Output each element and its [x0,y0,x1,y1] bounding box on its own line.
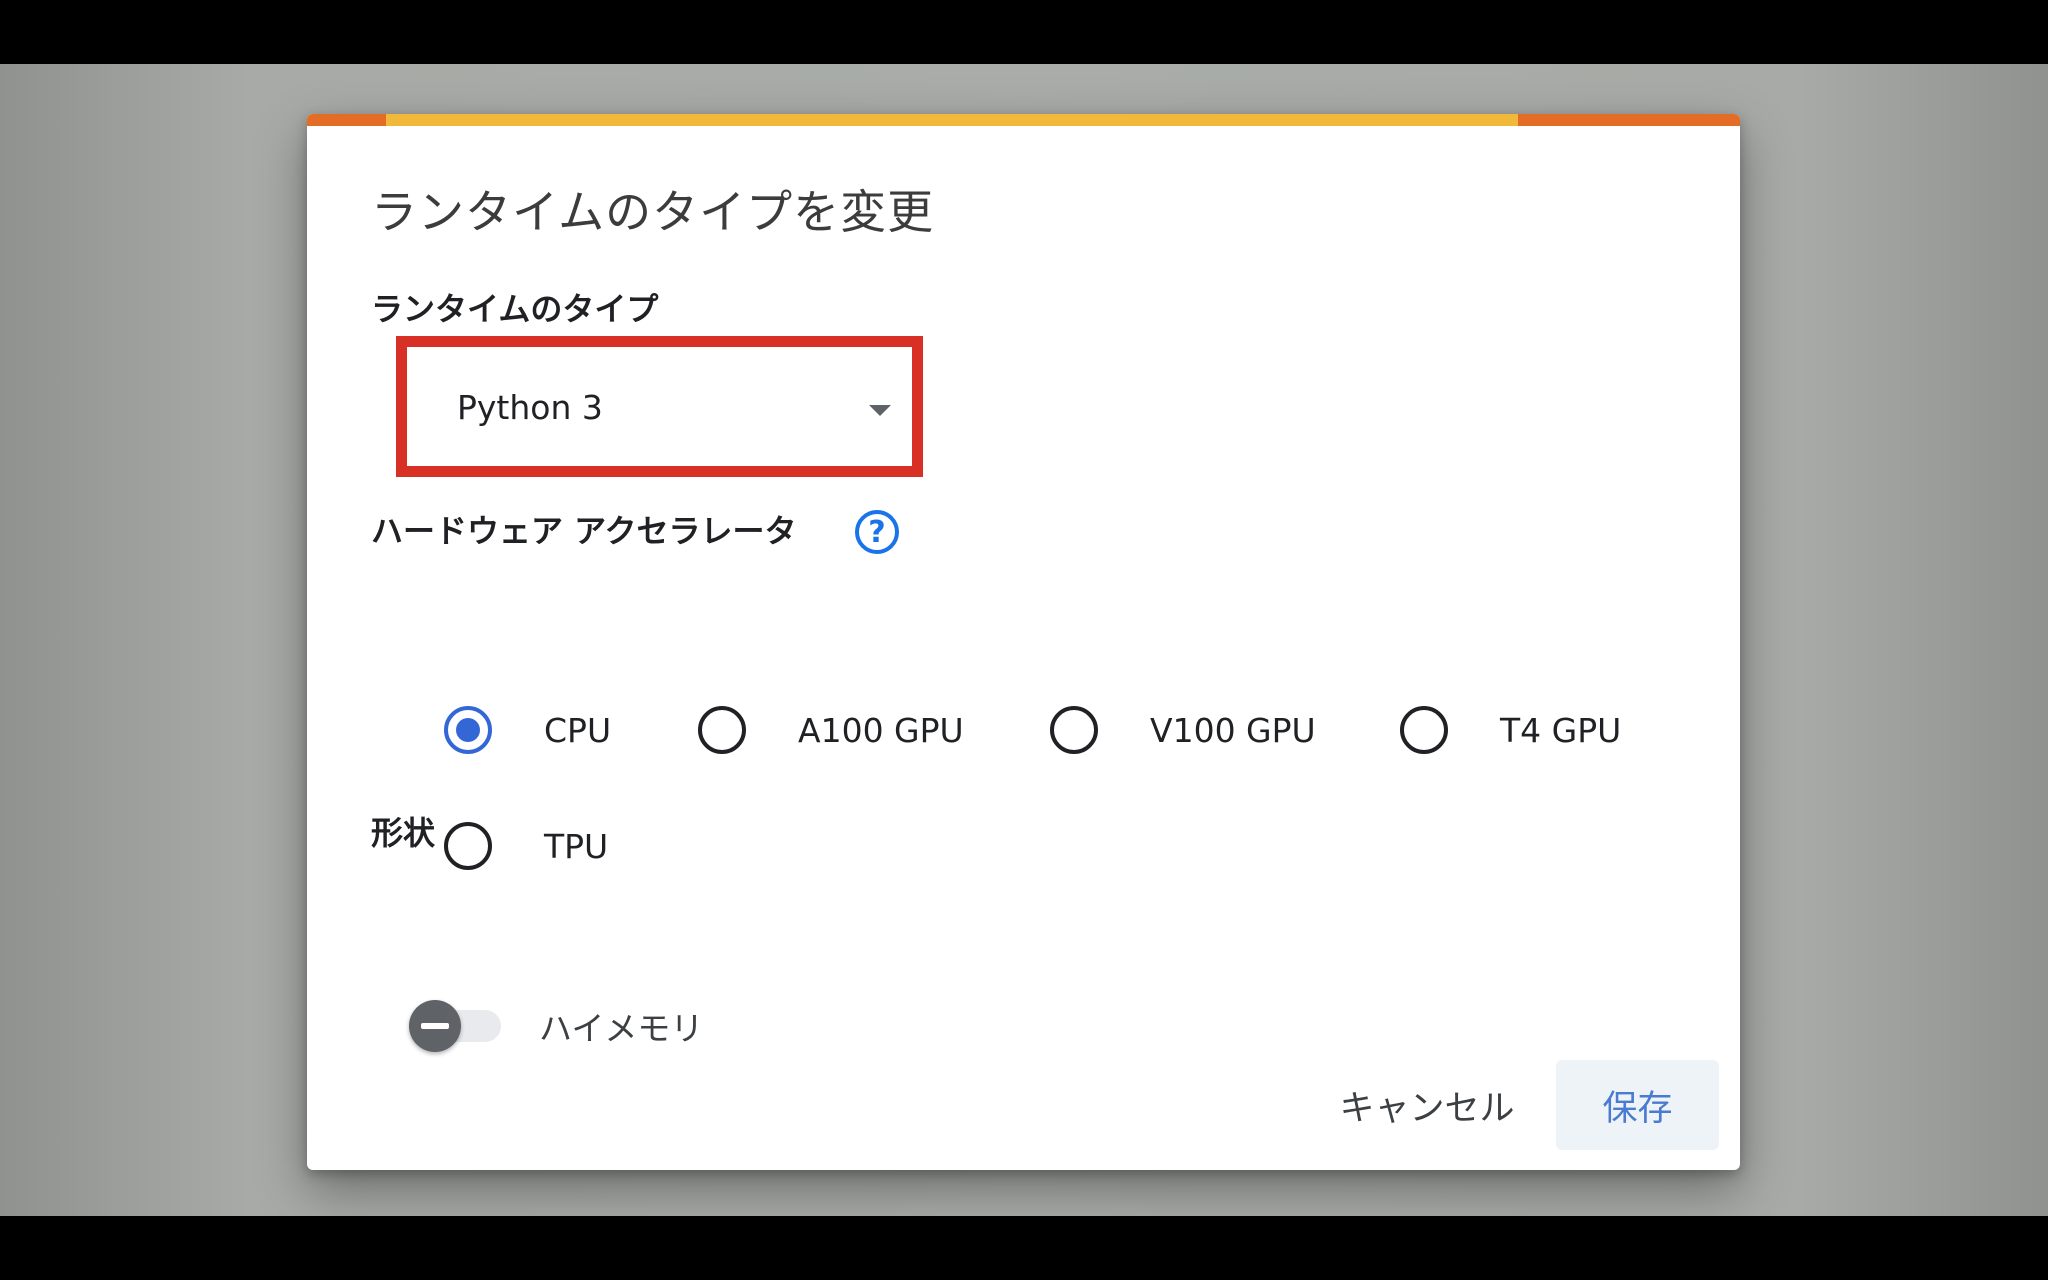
radio-unchecked-icon[interactable] [698,706,746,754]
dialog-accent-bar [307,114,1740,126]
radio-v100-gpu[interactable]: V100 GPU [1050,706,1316,754]
dialog-title: ランタイムのタイプを変更 [371,185,935,239]
radio-cpu-label[interactable]: CPU [544,711,611,750]
save-button[interactable]: 保存 [1556,1060,1719,1150]
letterbox-bottom [0,1216,2048,1280]
radio-v100-gpu-label[interactable]: V100 GPU [1150,711,1316,750]
change-runtime-type-dialog: ランタイムのタイプを変更 ランタイムのタイプ Python 3 ハードウェア ア… [307,114,1740,1170]
toggle-off-icon[interactable] [409,1000,461,1052]
radio-t4-gpu[interactable]: T4 GPU [1400,706,1621,754]
dropdown-arrow-icon[interactable] [869,405,891,416]
runtime-type-select[interactable]: Python 3 [457,382,897,432]
radio-unchecked-icon[interactable] [1050,706,1098,754]
question-circle-icon[interactable]: ? [855,510,899,554]
minus-icon [421,1023,449,1029]
radio-unchecked-icon[interactable] [444,822,492,870]
runtime-type-selected-value: Python 3 [457,387,603,427]
letterbox-top [0,0,2048,64]
cancel-button[interactable]: キャンセル [1327,1060,1527,1150]
shape-label: 形状 [371,814,436,852]
high-memory-label[interactable]: ハイメモリ [539,1002,703,1050]
radio-unchecked-icon[interactable] [1400,706,1448,754]
radio-a100-gpu[interactable]: A100 GPU [698,706,964,754]
radio-cpu[interactable]: CPU [444,706,611,754]
hardware-accelerator-label: ハードウェア アクセラレータ [371,512,797,550]
radio-tpu-label[interactable]: TPU [544,827,608,866]
runtime-type-label: ランタイムのタイプ [371,290,659,328]
high-memory-toggle[interactable] [409,1000,505,1052]
radio-a100-gpu-label[interactable]: A100 GPU [798,711,964,750]
radio-checked-icon[interactable] [444,706,492,754]
radio-tpu[interactable]: TPU [444,822,608,870]
radio-t4-gpu-label[interactable]: T4 GPU [1500,711,1621,750]
